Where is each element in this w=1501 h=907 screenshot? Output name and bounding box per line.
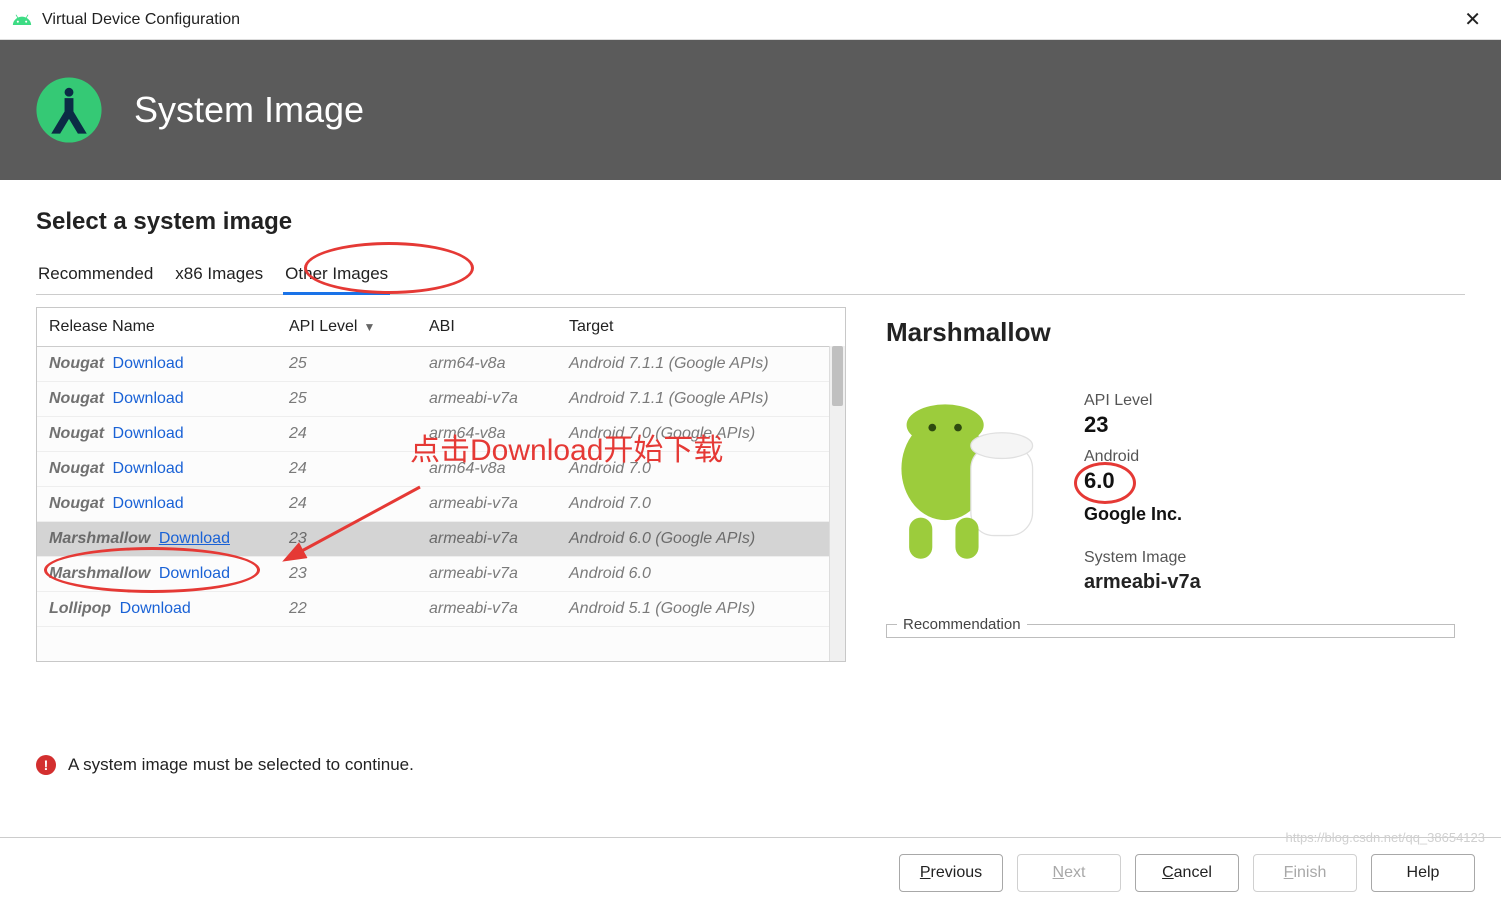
tabs: Recommended x86 Images Other Images [36, 256, 1465, 295]
col-abi[interactable]: ABI [417, 308, 557, 347]
cell-release-name: Nougat Download [37, 452, 277, 487]
android-icon [12, 10, 32, 30]
help-button[interactable]: Help [1371, 854, 1475, 892]
recommendation-label: Recommendation [897, 616, 1027, 633]
cell-target: Android 7.0 (Google APIs) [557, 417, 845, 452]
cell-abi: arm64-v8a [417, 452, 557, 487]
cell-target: Android 7.0 [557, 452, 845, 487]
vendor-value: Google Inc. [1084, 504, 1201, 525]
cell-release-name: Marshmallow Download [37, 522, 277, 557]
title-bar: Virtual Device Configuration ✕ [0, 0, 1501, 40]
cell-abi: armeabi-v7a [417, 487, 557, 522]
table-row[interactable]: Nougat Download25arm64-v8aAndroid 7.1.1 … [37, 347, 845, 382]
detail-title: Marshmallow [886, 317, 1455, 348]
cell-release-name: Nougat Download [37, 347, 277, 382]
section-title: Select a system image [36, 208, 1465, 236]
tab-x86-images[interactable]: x86 Images [173, 256, 265, 294]
detail-panel: Marshmallow [886, 307, 1465, 740]
cell-target: Android 7.0 [557, 487, 845, 522]
col-release-name[interactable]: Release Name [37, 308, 277, 347]
cancel-button[interactable]: Cancel [1135, 854, 1239, 892]
error-icon: ! [36, 755, 56, 775]
download-link[interactable]: Download [159, 530, 230, 547]
api-level-value: 23 [1084, 412, 1201, 438]
cell-api-level: 22 [277, 592, 417, 627]
cell-target: Android 7.1.1 (Google APIs) [557, 382, 845, 417]
col-api-level[interactable]: API Level▼ [277, 308, 417, 347]
table-row[interactable]: Nougat Download24arm64-v8aAndroid 7.0 [37, 452, 845, 487]
scrollbar-thumb[interactable] [832, 346, 843, 406]
cell-release-name: Nougat Download [37, 487, 277, 522]
banner-title: System Image [134, 89, 364, 131]
banner: System Image [0, 40, 1501, 180]
android-version-value: 6.0 [1084, 468, 1115, 494]
system-image-label: System Image [1084, 549, 1201, 567]
cell-target: Android 5.1 (Google APIs) [557, 592, 845, 627]
table-row[interactable]: Nougat Download24armeabi-v7aAndroid 7.0 [37, 487, 845, 522]
cell-target: Android 6.0 [557, 557, 845, 592]
cell-api-level: 24 [277, 452, 417, 487]
cell-abi: armeabi-v7a [417, 522, 557, 557]
cell-api-level: 23 [277, 522, 417, 557]
system-image-table: Release Name API Level▼ ABI Target Nouga… [36, 307, 846, 662]
cell-target: Android 6.0 (Google APIs) [557, 522, 845, 557]
cell-abi: armeabi-v7a [417, 557, 557, 592]
api-level-label: API Level [1084, 392, 1201, 410]
cell-release-name: Marshmallow Download [37, 557, 277, 592]
next-button: Next [1017, 854, 1121, 892]
table-scrollbar[interactable] [829, 346, 845, 661]
footer: Previous Next Cancel Finish Help [0, 837, 1501, 907]
cell-abi: armeabi-v7a [417, 382, 557, 417]
cell-abi: armeabi-v7a [417, 592, 557, 627]
download-link[interactable]: Download [113, 425, 184, 442]
cell-release-name: Lollipop Download [37, 592, 277, 627]
android-studio-icon [32, 73, 106, 147]
table-row[interactable]: Nougat Download24arm64-v8aAndroid 7.0 (G… [37, 417, 845, 452]
tab-recommended[interactable]: Recommended [36, 256, 155, 294]
status-message: A system image must be selected to conti… [68, 755, 414, 775]
col-target[interactable]: Target [557, 308, 845, 347]
cell-abi: arm64-v8a [417, 417, 557, 452]
system-image-value: armeabi-v7a [1084, 571, 1201, 594]
download-link[interactable]: Download [159, 565, 230, 582]
cell-api-level: 24 [277, 417, 417, 452]
table-header-row: Release Name API Level▼ ABI Target [37, 308, 845, 347]
table-row[interactable]: Lollipop Download22armeabi-v7aAndroid 5.… [37, 592, 845, 627]
table-row[interactable]: Marshmallow Download23armeabi-v7aAndroid… [37, 522, 845, 557]
cell-api-level: 23 [277, 557, 417, 592]
table-row[interactable]: Nougat Download25armeabi-v7aAndroid 7.1.… [37, 382, 845, 417]
download-link[interactable]: Download [113, 390, 184, 407]
download-link[interactable]: Download [113, 355, 184, 372]
download-link[interactable]: Download [113, 495, 184, 512]
cell-target: Android 7.1.1 (Google APIs) [557, 347, 845, 382]
sort-desc-icon: ▼ [363, 320, 375, 334]
finish-button: Finish [1253, 854, 1357, 892]
window-title: Virtual Device Configuration [42, 11, 240, 29]
cell-api-level: 25 [277, 382, 417, 417]
cell-api-level: 24 [277, 487, 417, 522]
status-bar: ! A system image must be selected to con… [0, 742, 1501, 787]
marshmallow-art [886, 384, 1066, 574]
recommendation-box: Recommendation [886, 616, 1455, 638]
tab-other-images[interactable]: Other Images [283, 256, 390, 294]
cell-release-name: Nougat Download [37, 382, 277, 417]
table-row[interactable]: Marshmallow Download23armeabi-v7aAndroid… [37, 557, 845, 592]
close-icon[interactable]: ✕ [1456, 3, 1489, 36]
cell-release-name: Nougat Download [37, 417, 277, 452]
download-link[interactable]: Download [113, 460, 184, 477]
download-link[interactable]: Download [120, 600, 191, 617]
previous-button[interactable]: Previous [899, 854, 1003, 892]
cell-api-level: 25 [277, 347, 417, 382]
cell-abi: arm64-v8a [417, 347, 557, 382]
